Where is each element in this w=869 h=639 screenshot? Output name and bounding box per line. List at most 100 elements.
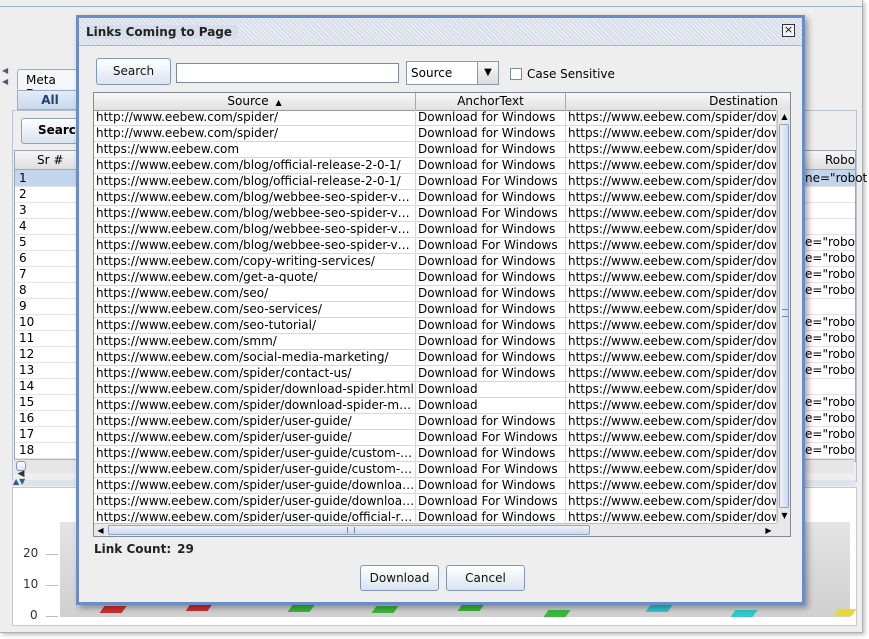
background-divider bbox=[0, 6, 862, 7]
table-row[interactable]: https://www.eebew.com/spider/user-guide/… bbox=[94, 446, 777, 462]
destination-cell: https://www.eebew.com/spider/downlo bbox=[568, 398, 777, 414]
close-icon[interactable]: × bbox=[782, 24, 795, 37]
sort-ascending-icon: ▲ bbox=[275, 98, 282, 107]
table-row[interactable]: https://www.eebew.com/blog/official-rele… bbox=[94, 174, 777, 190]
destination-cell: https://www.eebew.com/spider/downlo bbox=[568, 494, 777, 510]
row-number: 11 bbox=[19, 331, 35, 345]
anchor-cell: Download for Windows bbox=[416, 286, 566, 302]
tab-meta-description[interactable]: Meta Des bbox=[17, 69, 83, 101]
anchor-cell: Download For Windows bbox=[416, 206, 566, 222]
select-value: Source bbox=[411, 66, 453, 80]
column-header-sr[interactable]: Sr # bbox=[37, 153, 63, 167]
chevron-down-icon[interactable]: ▼ bbox=[477, 62, 498, 84]
row-number: 12 bbox=[19, 347, 35, 361]
robots-cell: e="robo bbox=[805, 443, 855, 457]
source-cell: https://www.eebew.com/spider/download-sp… bbox=[94, 382, 416, 398]
table-row[interactable]: https://www.eebew.com/blog/webbee-seo-sp… bbox=[94, 238, 777, 254]
row-number: 2 bbox=[19, 187, 27, 201]
table-row[interactable]: https://www.eebew.com/spider/download-sp… bbox=[94, 382, 777, 398]
table-row[interactable]: https://www.eebew.com/spider/user-guide/… bbox=[94, 510, 777, 522]
table-row[interactable]: https://www.eebew.com/smm/Download for W… bbox=[94, 334, 777, 350]
dialog-title-bar[interactable]: Links Coming to Page × bbox=[79, 18, 802, 46]
anchor-cell: Download for Windows bbox=[416, 366, 566, 382]
destination-cell: https://www.eebew.com/spider/downlo bbox=[568, 238, 777, 254]
robots-cell: e="robo bbox=[805, 251, 855, 265]
table-row[interactable]: https://www.eebew.com/spider/user-guide/… bbox=[94, 478, 777, 494]
anchor-cell: Download for Windows bbox=[416, 142, 566, 158]
horizontal-scrollbar[interactable]: ◀ ▶ bbox=[94, 523, 777, 536]
robots-cell: e="robo bbox=[805, 267, 855, 281]
grid-tick bbox=[46, 554, 58, 555]
destination-cell: https://www.eebew.com/spider/downlo bbox=[568, 270, 777, 286]
table-row[interactable]: https://www.eebew.com/blog/official-rele… bbox=[94, 158, 777, 174]
table-row[interactable]: https://www.eebew.com/blog/webbee-seo-sp… bbox=[94, 222, 777, 238]
row-number: 8 bbox=[19, 283, 27, 297]
download-button[interactable]: Download bbox=[360, 565, 439, 591]
table-row[interactable]: https://www.eebew.com/blog/webbee-seo-sp… bbox=[94, 190, 777, 206]
y-tick: 0 bbox=[30, 608, 38, 622]
anchor-cell: Download for Windows bbox=[416, 254, 566, 270]
source-cell: https://www.eebew.com/spider/download-sp… bbox=[96, 398, 416, 414]
case-sensitive-label: Case Sensitive bbox=[527, 67, 615, 81]
splitter-arrow-icon[interactable]: ◀ bbox=[2, 77, 8, 86]
vertical-scrollbar[interactable]: ▲ ▼ bbox=[777, 110, 790, 523]
table-row[interactable]: https://www.eebew.com/seo-services/Downl… bbox=[94, 302, 777, 318]
scroll-left-icon[interactable]: ◀ bbox=[94, 524, 107, 536]
search-field-select[interactable]: Source ▼ bbox=[406, 61, 499, 85]
table-row[interactable]: https://www.eebew.com/blog/webbee-seo-sp… bbox=[94, 206, 777, 222]
table-row[interactable]: http://www.eebew.com/spider/Download for… bbox=[94, 110, 777, 126]
grip-icon bbox=[782, 309, 788, 317]
scroll-right-icon[interactable]: ▶ bbox=[762, 524, 775, 536]
destination-cell: https://www.eebew.com/spider/downlo bbox=[568, 286, 777, 302]
table-row[interactable]: http://www.eebew.com/spider/Download for… bbox=[94, 126, 777, 142]
splitter-arrow-icon[interactable]: ◀ bbox=[2, 66, 8, 75]
column-header-anchor[interactable]: AnchorText bbox=[416, 93, 566, 110]
table-header: Source ▲ AnchorText Destination bbox=[94, 93, 790, 111]
case-sensitive-checkbox[interactable] bbox=[510, 68, 522, 80]
table-row[interactable]: https://www.eebew.com Download for Window… bbox=[94, 142, 777, 158]
table-row[interactable]: https://www.eebew.com/copy-writing-servi… bbox=[94, 254, 777, 270]
scroll-down-icon[interactable]: ▼ bbox=[778, 509, 790, 522]
robots-cell: e="robo bbox=[805, 395, 855, 409]
table-row[interactable]: https://www.eebew.com/spider/contact-us/… bbox=[94, 366, 777, 382]
destination-cell: https://www.eebew.com/spider/downlo bbox=[568, 414, 777, 430]
table-row[interactable]: https://www.eebew.com/spider/user-guide/… bbox=[94, 462, 777, 478]
anchor-cell: Download For Windows bbox=[416, 430, 566, 446]
table-row[interactable]: https://www.eebew.com/seo/Download for W… bbox=[94, 286, 777, 302]
anchor-cell: Download bbox=[416, 398, 566, 414]
scroll-left-icon[interactable]: ◀ bbox=[16, 461, 26, 479]
column-header-source[interactable]: Source ▲ bbox=[94, 93, 416, 110]
vertical-scroll-thumb[interactable] bbox=[779, 124, 789, 508]
anchor-cell: Download for Windows bbox=[416, 158, 566, 174]
subtab-all[interactable]: All bbox=[17, 90, 83, 110]
table-row[interactable]: https://www.eebew.com/spider/user-guide/… bbox=[94, 430, 777, 446]
y-tick: 20 bbox=[23, 546, 39, 560]
table-row[interactable]: https://www.eebew.com/social-media-marke… bbox=[94, 350, 777, 366]
table-row[interactable]: https://www.eebew.com/spider/user-guide/… bbox=[94, 414, 777, 430]
table-row[interactable]: https://www.eebew.com/get-a-quote/Downlo… bbox=[94, 270, 777, 286]
table-row[interactable]: https://www.eebew.com/spider/user-guide/… bbox=[94, 494, 777, 510]
column-header-destination[interactable]: Destination bbox=[566, 93, 790, 110]
destination-cell: https://www.eebew.com/spider/downlo bbox=[568, 446, 777, 462]
table-row[interactable]: https://www.eebew.com/spider/download-sp… bbox=[94, 398, 777, 414]
anchor-cell: Download For Windows bbox=[416, 462, 566, 478]
horizontal-scroll-thumb[interactable] bbox=[108, 525, 590, 535]
row-number: 6 bbox=[19, 251, 27, 265]
destination-cell: https://www.eebew.com/spider/downlo bbox=[568, 142, 777, 158]
row-number: 13 bbox=[19, 363, 35, 377]
splitter-arrows-icon[interactable]: ▲▼ bbox=[13, 477, 25, 486]
table-row[interactable]: https://www.eebew.com/seo-tutorial/Downl… bbox=[94, 318, 777, 334]
source-cell: https://www.eebew.com/blog/official-rele… bbox=[94, 174, 416, 190]
source-cell: http://www.eebew.com/spider/ bbox=[94, 110, 416, 126]
cancel-button[interactable]: Cancel bbox=[446, 565, 525, 591]
scroll-up-icon[interactable]: ▲ bbox=[778, 110, 790, 123]
source-cell: https://www.eebew.com/spider/contact-us/ bbox=[94, 366, 416, 382]
search-input[interactable] bbox=[176, 63, 399, 83]
destination-cell: https://www.eebew.com/spider/downlo bbox=[568, 478, 777, 494]
search-button[interactable]: Search bbox=[96, 58, 171, 85]
source-cell: http://www.eebew.com/spider/ bbox=[94, 126, 416, 142]
source-cell: https://www.eebew.com/spider/user-guide/… bbox=[96, 478, 416, 494]
row-number: 18 bbox=[19, 443, 35, 457]
column-header-robots[interactable]: Robo bbox=[825, 153, 855, 167]
source-cell: https://www.eebew.com/blog/webbee-seo-sp… bbox=[96, 222, 416, 238]
